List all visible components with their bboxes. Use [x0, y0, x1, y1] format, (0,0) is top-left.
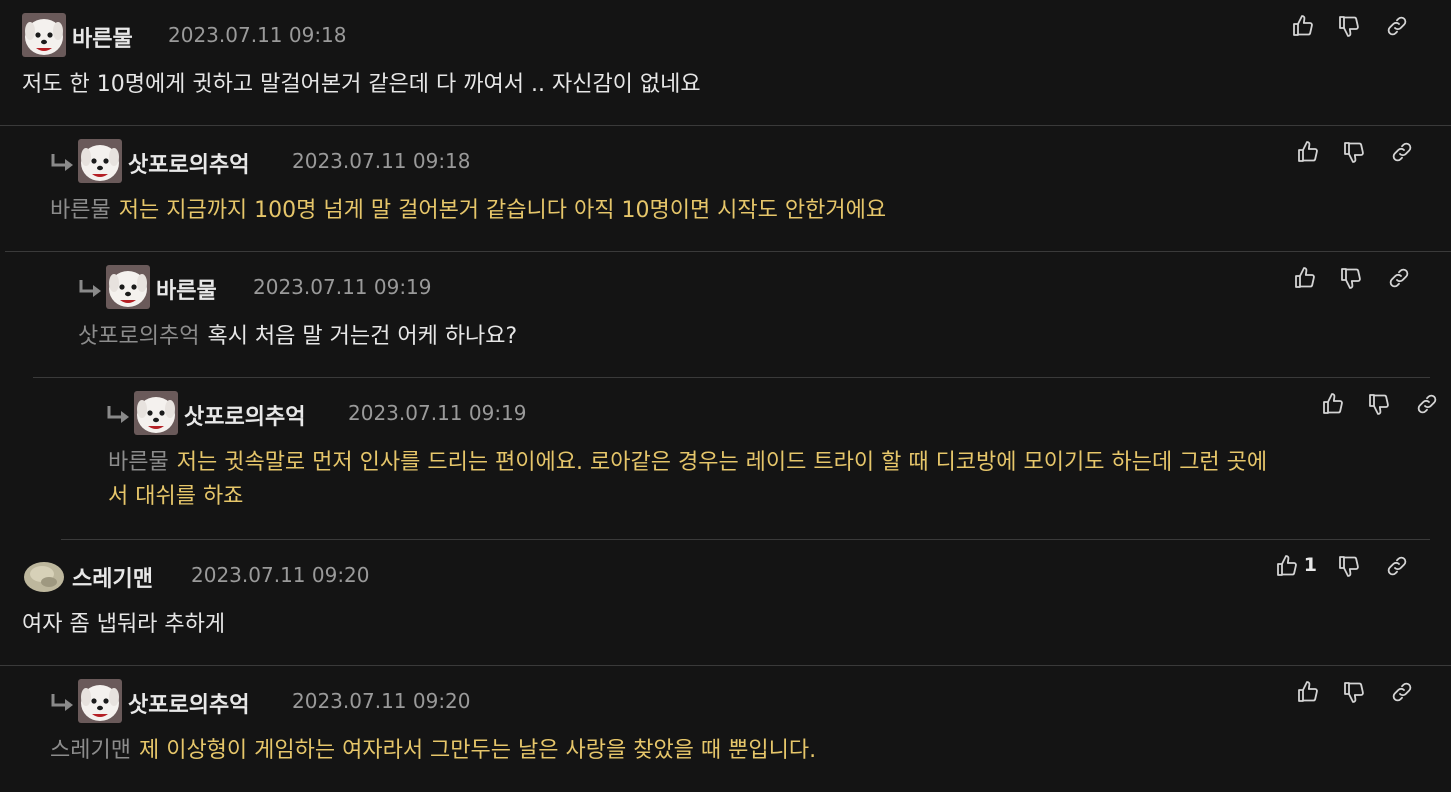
thumbs-down-icon — [1344, 142, 1364, 163]
comment-item: 삿포로의추억 2023.07.11 09:19 바른물 저는 귓속말로 먼저 인사… — [61, 378, 1437, 540]
mention-tag[interactable]: 삿포로의추억 — [78, 324, 199, 349]
dislike-button[interactable] — [1342, 679, 1366, 705]
reply-arrow-icon — [78, 278, 104, 300]
comment-text: 혹시 처음 말 거는건 어케 하나요? — [207, 324, 518, 349]
dislike-button[interactable] — [1367, 391, 1391, 417]
comment-header: 바른물 2023.07.11 09:19 — [33, 265, 1430, 309]
comment-body: 저도 한 10명에게 귓하고 말걸어본거 같은데 다 까여서 .. 자신감이 없… — [22, 68, 701, 102]
comment-text: 저도 한 10명에게 귓하고 말걸어본거 같은데 다 까여서 .. 자신감이 없… — [22, 72, 701, 97]
thumbs-up-icon — [1298, 141, 1318, 162]
dislike-button[interactable] — [1342, 139, 1366, 165]
nickname[interactable]: 삿포로의추억 — [184, 399, 305, 431]
thumbs-down-icon — [1341, 268, 1361, 289]
comment-body: 여자 좀 냅둬라 추하게 — [22, 608, 225, 642]
comment-body: 바른물 저는 귓속말로 먼저 인사를 드리는 편이에요. 로아같은 경우는 레이드… — [108, 446, 1267, 514]
like-button[interactable] — [1321, 391, 1345, 417]
comment-line: 서 대쉬를 하죠 — [108, 480, 1267, 514]
link-icon — [1392, 142, 1412, 162]
comment-date: 2023.07.11 09:20 — [191, 563, 370, 587]
link-button[interactable] — [1387, 265, 1411, 291]
comment-item: 바른물 2023.07.11 09:18 저도 한 10명에게 귓하고 말걸어본… — [0, 0, 1451, 126]
comment-item: 바른물 2023.07.11 09:19 삿포로의추억 혹시 처음 말 거는건 어… — [33, 252, 1430, 378]
link-icon — [1387, 556, 1407, 576]
comment-text: 저는 지금까지 100명 넘게 말 걸어본거 같습니다 아직 10명이면 시작도… — [118, 198, 887, 223]
comment-body: 바른물 저는 지금까지 100명 넘게 말 걸어본거 같습니다 아직 10명이면 … — [50, 194, 886, 228]
like-button[interactable] — [1293, 265, 1317, 291]
like-button[interactable] — [1275, 553, 1299, 579]
thumbs-up-icon — [1298, 681, 1318, 702]
comment-date: 2023.07.11 09:18 — [168, 23, 347, 47]
comment-body: 스레기맨 제 이상형이 게임하는 여자라서 그만두는 날은 사랑을 찾았을 때 뿐… — [50, 734, 816, 768]
reply-arrow-icon — [50, 152, 76, 174]
comment-header: 바른물 2023.07.11 09:18 — [0, 13, 1451, 57]
comment-text: 여자 좀 냅둬라 추하게 — [22, 612, 226, 637]
comment-list: 바른물 2023.07.11 09:18 저도 한 10명에게 귓하고 말걸어본… — [0, 0, 1451, 792]
thumbs-up-icon — [1323, 393, 1343, 414]
link-button[interactable] — [1390, 139, 1414, 165]
like-button[interactable] — [1291, 13, 1315, 39]
mention-tag[interactable]: 바른물 — [50, 198, 111, 223]
thumbs-up-icon — [1293, 15, 1313, 36]
dislike-button[interactable] — [1339, 265, 1363, 291]
link-icon — [1387, 16, 1407, 36]
comment-item: 삿포로의추억 2023.07.11 09:18 바른물 저는 지금까지 100명 … — [5, 126, 1451, 252]
thumbs-up-icon — [1295, 267, 1315, 288]
comment-item: 삿포로의추억 2023.07.11 09:20 스레기맨 제 이상형이 게임하는 … — [5, 666, 1451, 792]
comment-item: 스레기맨 2023.07.11 09:20 1 여자 좀 냅둬라 추하게 — [0, 540, 1451, 666]
link-icon — [1417, 394, 1437, 414]
link-button[interactable] — [1390, 679, 1414, 705]
avatar[interactable] — [22, 553, 66, 597]
comment-header: 삿포로의추억 2023.07.11 09:20 — [5, 679, 1451, 723]
comment-date: 2023.07.11 09:18 — [292, 149, 471, 173]
reply-arrow-icon — [50, 692, 76, 714]
avatar[interactable] — [106, 265, 150, 309]
link-button[interactable] — [1385, 13, 1409, 39]
thumbs-up-icon — [1277, 555, 1297, 576]
nickname[interactable]: 스레기맨 — [72, 561, 153, 593]
comment-date: 2023.07.11 09:19 — [348, 401, 527, 425]
thumbs-down-icon — [1344, 682, 1364, 703]
avatar[interactable] — [78, 679, 122, 723]
nickname[interactable]: 삿포로의추억 — [128, 147, 249, 179]
link-button[interactable] — [1415, 391, 1439, 417]
comment-body: 삿포로의추억 혹시 처음 말 거는건 어케 하나요? — [78, 320, 517, 354]
comment-header: 삿포로의추억 2023.07.11 09:19 — [61, 391, 1437, 435]
comment-line: 바른물 저는 귓속말로 먼저 인사를 드리는 편이에요. 로아같은 경우는 레이드… — [108, 446, 1267, 480]
like-button[interactable] — [1296, 139, 1320, 165]
nickname[interactable]: 바른물 — [156, 273, 217, 305]
comment-date: 2023.07.11 09:20 — [292, 689, 471, 713]
avatar[interactable] — [78, 139, 122, 183]
thumbs-down-icon — [1369, 394, 1389, 415]
comment-header: 스레기맨 2023.07.11 09:20 1 — [0, 553, 1451, 597]
reply-arrow-icon — [106, 404, 132, 426]
avatar[interactable] — [22, 13, 66, 57]
comment-text-continued: 서 대쉬를 하죠 — [108, 484, 244, 509]
nickname[interactable]: 삿포로의추억 — [128, 687, 249, 719]
comment-text: 제 이상형이 게임하는 여자라서 그만두는 날은 사랑을 찾았을 때 뿐입니다. — [138, 738, 817, 763]
link-button[interactable] — [1385, 553, 1409, 579]
dislike-button[interactable] — [1337, 13, 1361, 39]
thumbs-down-icon — [1339, 556, 1359, 577]
comment-text: 저는 귓속말로 먼저 인사를 드리는 편이에요. 로아같은 경우는 레이드 트라… — [176, 450, 1268, 475]
avatar[interactable] — [134, 391, 178, 435]
thumbs-down-icon — [1339, 16, 1359, 37]
like-button[interactable] — [1296, 679, 1320, 705]
comment-header: 삿포로의추억 2023.07.11 09:18 — [5, 139, 1451, 183]
nickname[interactable]: 바른물 — [72, 21, 133, 53]
mention-tag[interactable]: 바른물 — [108, 450, 169, 475]
like-count: 1 — [1303, 554, 1317, 576]
comment-date: 2023.07.11 09:19 — [253, 275, 432, 299]
mention-tag[interactable]: 스레기맨 — [50, 738, 131, 763]
dislike-button[interactable] — [1337, 553, 1361, 579]
link-icon — [1389, 268, 1409, 288]
link-icon — [1392, 682, 1412, 702]
